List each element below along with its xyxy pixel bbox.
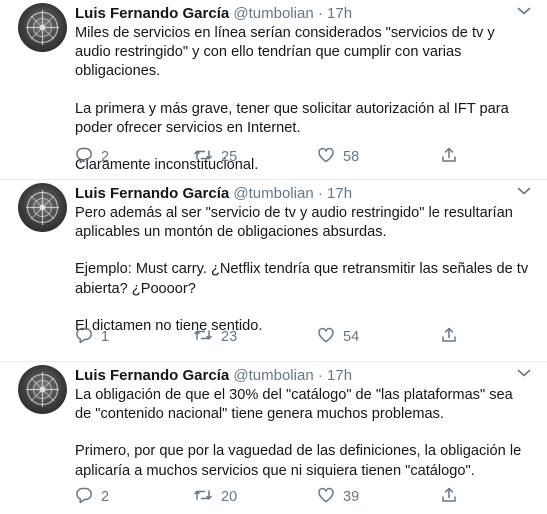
like-count: 58 bbox=[343, 149, 360, 165]
author-handle[interactable]: @tumbolian bbox=[233, 5, 313, 22]
retweet-count: 23 bbox=[221, 329, 238, 345]
share-button[interactable] bbox=[440, 327, 466, 347]
tweet-actions: 2 25 58 bbox=[75, 147, 547, 167]
chevron-down-icon[interactable] bbox=[515, 2, 533, 20]
tweet-paragraph: La obligación de que el 30% del "catálog… bbox=[75, 387, 513, 423]
heart-icon bbox=[317, 326, 343, 348]
reply-count: 2 bbox=[101, 489, 110, 505]
tweet-actions: 1 23 54 bbox=[75, 327, 547, 347]
timestamp[interactable]: 17h bbox=[327, 367, 352, 384]
retweet-icon bbox=[193, 486, 221, 508]
share-icon bbox=[440, 146, 466, 168]
tweet-header: Luis Fernando García @tumbolian · 17h bbox=[75, 366, 533, 386]
tweet-text: Pero además al ser "servicio de tv y aud… bbox=[75, 204, 533, 336]
retweet-button[interactable]: 25 bbox=[193, 147, 237, 167]
reply-icon bbox=[75, 326, 101, 348]
timeline: Luis Fernando García @tumbolian · 17h Mi… bbox=[0, 0, 547, 514]
share-button[interactable] bbox=[440, 147, 466, 167]
avatar[interactable] bbox=[18, 3, 67, 52]
tweet-paragraph: Pero además al ser "servicio de tv y aud… bbox=[75, 205, 513, 241]
tweet-header: Luis Fernando García @tumbolian · 17h bbox=[75, 184, 533, 204]
retweet-button[interactable]: 23 bbox=[193, 327, 237, 347]
share-button[interactable] bbox=[440, 487, 466, 507]
retweet-button[interactable]: 20 bbox=[193, 487, 237, 507]
tweet[interactable]: Luis Fernando García @tumbolian · 17h Pe… bbox=[0, 180, 547, 362]
tweet-text: La obligación de que el 30% del "catálog… bbox=[75, 386, 533, 481]
avatar[interactable] bbox=[18, 365, 67, 414]
reply-count: 2 bbox=[101, 149, 110, 165]
like-button[interactable]: 54 bbox=[317, 327, 359, 347]
tweet[interactable]: Luis Fernando García @tumbolian · 17h La… bbox=[0, 362, 547, 514]
tweet-content: Luis Fernando García @tumbolian · 17h Pe… bbox=[75, 184, 533, 336]
reply-icon bbox=[75, 486, 101, 508]
like-count: 39 bbox=[343, 489, 360, 505]
retweet-icon bbox=[193, 326, 221, 348]
heart-icon bbox=[317, 146, 343, 168]
chevron-down-icon[interactable] bbox=[515, 182, 533, 200]
timestamp[interactable]: 17h bbox=[327, 185, 352, 202]
tweet-actions: 2 20 39 bbox=[75, 487, 547, 507]
tweet-content: Luis Fernando García @tumbolian · 17h La… bbox=[75, 366, 533, 481]
tweet-paragraph: La primera y más grave, tener que solici… bbox=[75, 100, 509, 136]
tweet-header: Luis Fernando García @tumbolian · 17h bbox=[75, 4, 533, 24]
reply-button[interactable]: 2 bbox=[75, 487, 109, 507]
author-name[interactable]: Luis Fernando García bbox=[75, 185, 229, 202]
tweet[interactable]: Luis Fernando García @tumbolian · 17h Mi… bbox=[0, 0, 547, 180]
retweet-count: 20 bbox=[221, 489, 238, 505]
avatar[interactable] bbox=[18, 183, 67, 232]
heart-icon bbox=[317, 486, 343, 508]
share-icon bbox=[440, 326, 466, 348]
separator: · bbox=[317, 367, 323, 384]
retweet-icon bbox=[193, 146, 221, 168]
chevron-down-icon[interactable] bbox=[515, 364, 533, 382]
separator: · bbox=[317, 185, 323, 202]
like-button[interactable]: 39 bbox=[317, 487, 359, 507]
reply-button[interactable]: 2 bbox=[75, 147, 109, 167]
reply-count: 1 bbox=[101, 329, 110, 345]
author-handle[interactable]: @tumbolian bbox=[233, 367, 313, 384]
like-button[interactable]: 58 bbox=[317, 147, 359, 167]
reply-button[interactable]: 1 bbox=[75, 327, 109, 347]
tweet-paragraph: Primero, por que por la vaguedad de las … bbox=[75, 443, 522, 479]
separator: · bbox=[317, 5, 323, 22]
like-count: 54 bbox=[343, 329, 360, 345]
tweet-paragraph: Miles de servicios en línea serían consi… bbox=[75, 25, 495, 80]
retweet-count: 25 bbox=[221, 149, 238, 165]
tweet-paragraph: Ejemplo: Must carry. ¿Netflix tendría qu… bbox=[75, 261, 529, 297]
author-name[interactable]: Luis Fernando García bbox=[75, 367, 229, 384]
timestamp[interactable]: 17h bbox=[327, 5, 352, 22]
share-icon bbox=[440, 486, 466, 508]
author-name[interactable]: Luis Fernando García bbox=[75, 5, 229, 22]
reply-icon bbox=[75, 146, 101, 168]
author-handle[interactable]: @tumbolian bbox=[233, 185, 313, 202]
